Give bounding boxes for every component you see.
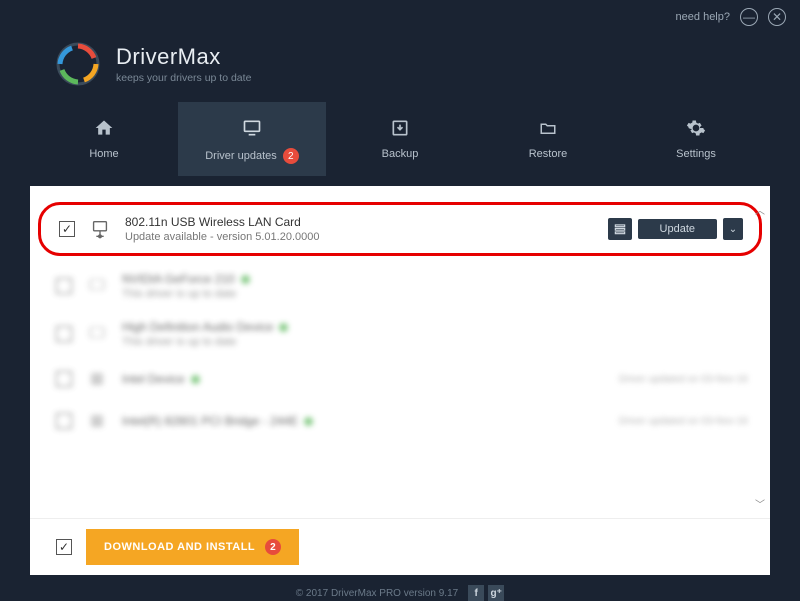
details-button[interactable] — [608, 218, 632, 240]
tab-home[interactable]: Home — [30, 102, 178, 176]
checkbox[interactable] — [59, 221, 75, 237]
app-logo — [54, 40, 102, 88]
facebook-icon[interactable]: f — [468, 585, 484, 601]
app-title: DriverMax — [116, 44, 251, 70]
select-all-checkbox[interactable] — [56, 539, 72, 555]
download-count-badge: 2 — [265, 539, 281, 555]
folder-icon — [536, 116, 560, 140]
audio-icon: 🖵 — [86, 323, 108, 345]
tab-label: Settings — [676, 148, 716, 160]
driver-row: 🖵 High Definition Audio Device This driv… — [30, 310, 770, 358]
google-plus-icon[interactable]: g⁺ — [488, 585, 504, 601]
driver-row: 🖵 NVIDIA GeForce 210 This driver is up t… — [30, 262, 770, 310]
windows-icon: ⊞ — [86, 410, 108, 432]
scroll-down-icon[interactable]: ﹀ — [754, 496, 766, 508]
gear-icon — [684, 116, 708, 140]
tab-driver-updates[interactable]: Driver updates 2 — [178, 102, 326, 176]
driver-name: Intel Device — [122, 372, 185, 386]
driver-date: Driver updated on 03-Nov-16 — [619, 416, 748, 427]
tab-label: Restore — [529, 148, 568, 160]
tab-backup[interactable]: Backup — [326, 102, 474, 176]
app-tagline: keeps your drivers up to date — [116, 72, 251, 84]
checkbox[interactable] — [56, 278, 72, 294]
button-label: DOWNLOAD AND INSTALL — [104, 541, 255, 553]
update-dropdown[interactable]: ⌄ — [723, 218, 743, 240]
status-dot-ok — [304, 417, 313, 426]
status-dot-ok — [279, 323, 288, 332]
driver-status: This driver is up to date — [122, 288, 748, 300]
driver-row: ⊞ Intel(R) 82801 PCI Bridge - 244E Drive… — [30, 400, 770, 442]
footer-bar: DOWNLOAD AND INSTALL 2 — [30, 518, 770, 575]
help-link[interactable]: need help? — [676, 11, 730, 23]
tab-settings[interactable]: Settings — [622, 102, 770, 176]
status-dot-ok — [191, 375, 200, 384]
driver-name: 802.11n USB Wireless LAN Card — [125, 215, 594, 229]
tab-label: Driver updates — [205, 150, 277, 162]
content-panel: ︿ ﹀ 802.11n USB Wireless LAN Card Update… — [30, 186, 770, 518]
tab-label: Home — [89, 148, 118, 160]
close-button[interactable]: ✕ — [768, 8, 786, 26]
copyright-text: © 2017 DriverMax PRO version 9.17 — [296, 588, 458, 599]
minimize-button[interactable]: — — [740, 8, 758, 26]
checkbox[interactable] — [56, 371, 72, 387]
copyright-bar: © 2017 DriverMax PRO version 9.17 f g⁺ — [0, 575, 800, 601]
updates-badge: 2 — [283, 148, 299, 164]
driver-name: NVIDIA GeForce 210 — [122, 272, 235, 286]
driver-status: Update available - version 5.01.20.0000 — [125, 231, 594, 243]
checkbox[interactable] — [56, 326, 72, 342]
driver-name: Intel(R) 82801 PCI Bridge - 244E — [122, 414, 298, 428]
brand-header: DriverMax keeps your drivers up to date — [0, 34, 800, 102]
nav-tabs: Home Driver updates 2 Backup Restore Set… — [0, 102, 800, 176]
driver-status: This driver is up to date — [122, 336, 748, 348]
windows-icon: ⊞ — [86, 368, 108, 390]
home-icon — [92, 116, 116, 140]
driver-name: High Definition Audio Device — [122, 320, 273, 334]
status-dot-ok — [241, 275, 250, 284]
driver-date: Driver updated on 03-Nov-16 — [619, 374, 748, 385]
driver-row-featured: 802.11n USB Wireless LAN Card Update ava… — [38, 202, 762, 256]
network-card-icon — [89, 218, 111, 240]
scroll-up-icon[interactable]: ︿ — [754, 202, 766, 214]
update-button[interactable]: Update — [638, 219, 717, 239]
checkbox[interactable] — [56, 413, 72, 429]
title-bar: need help? — ✕ — [0, 0, 800, 34]
monitor-icon: 🖵 — [86, 275, 108, 297]
tab-label: Backup — [382, 148, 419, 160]
driver-row: ⊞ Intel Device Driver updated on 03-Nov-… — [30, 358, 770, 400]
tab-restore[interactable]: Restore — [474, 102, 622, 176]
backup-icon — [388, 116, 412, 140]
monitor-icon — [240, 116, 264, 140]
